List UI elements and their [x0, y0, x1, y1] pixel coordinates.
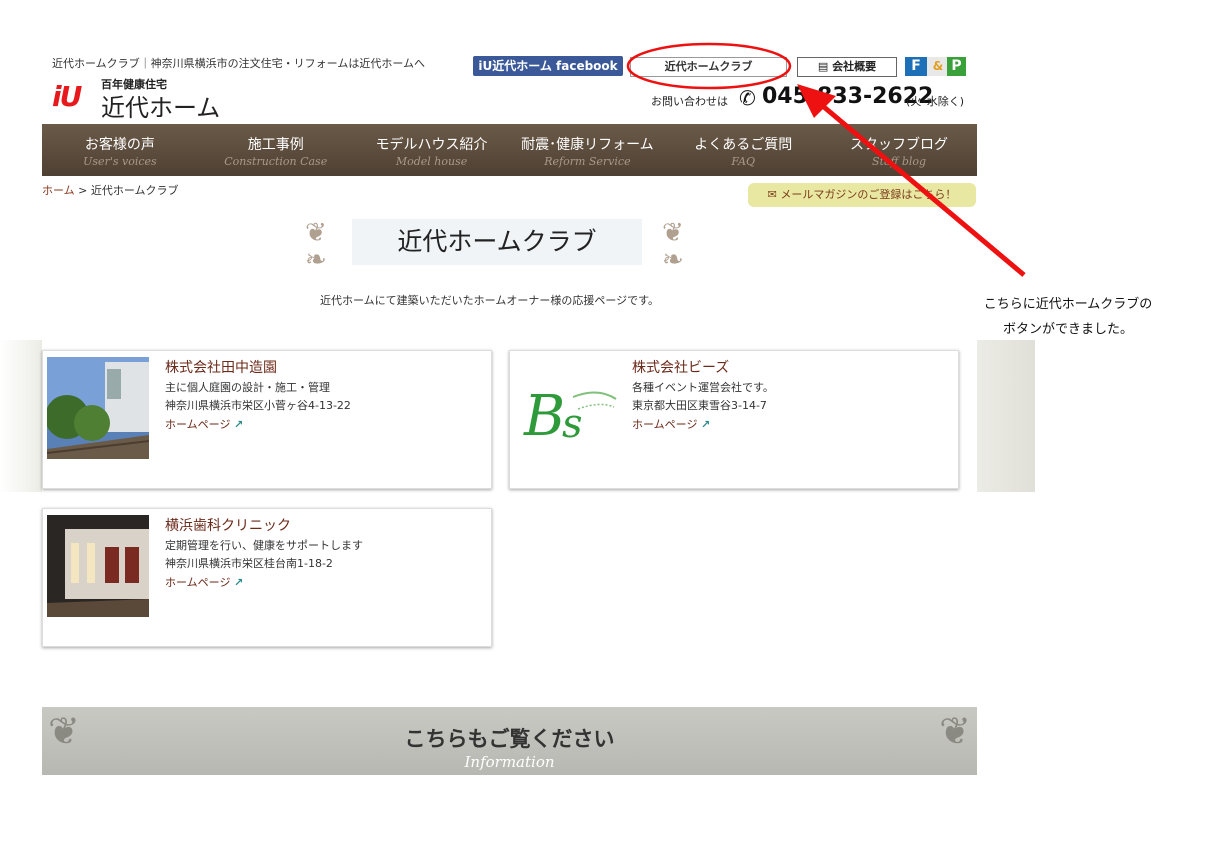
card-description: 主に個人庭園の設計・施工・管理: [165, 381, 330, 394]
card-title[interactable]: 株式会社田中造園: [165, 357, 351, 377]
homepage-link[interactable]: ホームページ ↗: [632, 416, 774, 432]
contact-label: お問い合わせは: [651, 95, 728, 108]
mail-icon: ✉: [767, 188, 781, 201]
breadcrumb: ホーム > 近代ホームクラブ: [42, 182, 179, 198]
card-title[interactable]: 株式会社ビーズ: [632, 357, 774, 377]
info-banner-subtitle: Information: [464, 753, 555, 771]
logo-mark[interactable]: iU: [52, 80, 82, 113]
nav-label: お客様の声: [84, 137, 155, 153]
nav-sublabel: Reform Service: [544, 155, 631, 168]
external-link-icon: ↗: [233, 418, 244, 431]
ampersand-icon: &: [927, 57, 949, 76]
external-link-icon: ↗: [700, 418, 711, 431]
mail-magazine-banner[interactable]: ✉ メールマガジンのご登録はこちら！: [748, 183, 976, 207]
company-logo: B s: [518, 357, 620, 459]
club-button[interactable]: 近代ホームクラブ: [630, 57, 787, 77]
ornament-icon: ❧: [305, 245, 327, 275]
annotation-line: こちらに近代ホームクラブの: [983, 297, 1153, 312]
card-address: 神奈川県横浜市栄区小菅ヶ谷4-13-22: [165, 399, 351, 412]
club-button-label: 近代ホームクラブ: [664, 60, 753, 73]
ornament-icon: ❦: [305, 218, 327, 248]
nav-sublabel: FAQ: [731, 155, 756, 168]
external-link-icon: ↗: [233, 576, 244, 589]
document-icon: ▤: [817, 60, 833, 73]
annotation-note: こちらに近代ホームクラブの ボタンができました。: [953, 292, 1183, 342]
member-card: B s 株式会社ビーズ 各種イベント運営会社です。 東京都大田区東雪谷3-14-…: [509, 350, 959, 489]
nav-item-cases[interactable]: 施工事例 Construction Case: [198, 124, 354, 176]
breadcrumb-current: 近代ホームクラブ: [90, 184, 179, 197]
homepage-link-label: ホームページ: [165, 576, 231, 589]
homepage-link[interactable]: ホームページ ↗: [165, 574, 363, 590]
ornament-icon: ❧: [662, 245, 684, 275]
ornament-icon: ❦: [662, 218, 684, 248]
annotation-line: ボタンができました。: [1002, 322, 1133, 337]
garden-photo: [47, 357, 149, 459]
nav-sublabel: Construction Case: [224, 155, 328, 168]
nav-item-reform[interactable]: 耐震･健康リフォーム Reform Service: [509, 124, 665, 176]
nav-sublabel: Model house: [395, 155, 468, 168]
main-nav: お客様の声 User's voices 施工事例 Construction Case…: [42, 124, 977, 176]
company-overview-label: 会社概要: [832, 60, 877, 73]
facebook-button[interactable]: iU近代ホーム facebook: [473, 56, 623, 76]
homepage-link-label: ホームページ: [165, 418, 231, 431]
member-card: 横浜歯科クリニック 定期管理を行い、健康をサポートします 神奈川県横浜市栄区桂台…: [42, 508, 492, 647]
phone-note: (火･水除く): [906, 95, 965, 108]
nav-sublabel: Staff blog: [872, 155, 927, 168]
svg-text:B: B: [523, 384, 565, 449]
intro-text: 近代ホームにて建築いただいたホームオーナー様の応援ページです。: [320, 294, 660, 307]
nav-item-faq[interactable]: よくあるご質問 FAQ: [665, 124, 821, 176]
nav-item-voices[interactable]: お客様の声 User's voices: [42, 124, 198, 176]
card-address: 東京都大田区東雪谷3-14-7: [632, 399, 767, 412]
phone-icon: ✆: [739, 86, 756, 110]
card-description: 各種イベント運営会社です。: [632, 381, 774, 394]
member-card: 株式会社田中造園 主に個人庭園の設計・施工・管理 神奈川県横浜市栄区小菅ヶ谷4-…: [42, 350, 492, 489]
logo-name[interactable]: 近代ホーム: [101, 88, 220, 123]
clinic-photo: [47, 515, 149, 617]
breadcrumb-separator: >: [74, 184, 91, 197]
info-banner: ❦ ❦ こちらもご覧ください Information: [42, 707, 977, 775]
site-tagline: 近代ホームクラブ｜神奈川県横浜市の注文住宅・リフォームは近代ホームへ: [52, 57, 426, 70]
decorative-band: [977, 340, 1035, 492]
nav-item-blog[interactable]: スタッフブログ Staff blog: [821, 124, 977, 176]
page-title: 近代ホームクラブ: [352, 219, 642, 265]
badge-f[interactable]: F: [905, 57, 927, 76]
info-banner-title: こちらもご覧ください: [404, 726, 615, 751]
nav-label: モデルハウス紹介: [375, 137, 488, 153]
nav-label: 施工事例: [247, 137, 304, 153]
badge-p[interactable]: P: [947, 57, 966, 76]
nav-sublabel: User's voices: [83, 155, 157, 168]
card-address: 神奈川県横浜市栄区桂台南1-18-2: [165, 557, 333, 570]
breadcrumb-home-link[interactable]: ホーム: [42, 184, 75, 197]
card-description: 定期管理を行い、健康をサポートします: [165, 539, 363, 552]
homepage-link-label: ホームページ: [632, 418, 698, 431]
homepage-link[interactable]: ホームページ ↗: [165, 416, 351, 432]
nav-item-model-house[interactable]: モデルハウス紹介 Model house: [354, 124, 510, 176]
decorative-band: [0, 340, 42, 492]
card-title[interactable]: 横浜歯科クリニック: [165, 515, 363, 535]
nav-label: スタッフブログ: [850, 137, 949, 153]
nav-label: よくあるご質問: [694, 137, 793, 153]
nav-label: 耐震･健康リフォーム: [521, 137, 654, 153]
company-overview-button[interactable]: ▤ 会社概要: [797, 57, 897, 77]
mail-magazine-label: メールマガジンのご登録はこちら！: [780, 188, 957, 201]
